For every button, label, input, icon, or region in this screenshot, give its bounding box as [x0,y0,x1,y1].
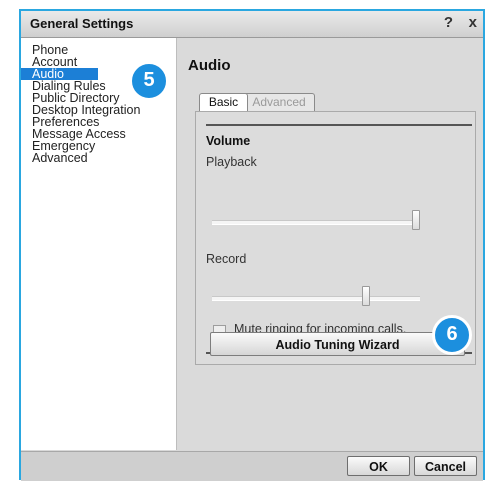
close-icon[interactable]: x [469,14,477,31]
help-icon[interactable]: ? [444,14,453,31]
audio-settings-pane: Audio Advanced Basic Volume Playback Rec… [177,38,483,450]
record-slider-track[interactable] [212,296,420,301]
step-6-callout: 6 [432,315,472,355]
cancel-button[interactable]: Cancel [414,456,477,476]
record-label: Record [206,252,247,266]
playback-slider-track[interactable] [212,220,420,225]
ok-button[interactable]: OK [347,456,410,476]
title-bar: General Settings ? x [21,11,483,38]
tab-basic[interactable]: Basic [199,93,248,111]
playback-label: Playback [206,155,257,169]
sidebar-item-advanced[interactable]: Advanced [21,152,140,165]
settings-dialog: General Settings ? x Phone Account Audio… [19,9,485,481]
step-5-callout: 5 [129,61,169,101]
audio-tuning-wizard-button[interactable]: Audio Tuning Wizard [210,332,465,356]
playback-slider-thumb[interactable] [412,210,420,230]
page-title: Audio [188,57,231,74]
nav-list: Phone Account Audio Dialing Rules Public… [21,44,140,164]
volume-divider [206,124,472,126]
tab-advanced[interactable]: Advanced [243,93,315,111]
record-slider-thumb[interactable] [362,286,370,306]
dialog-footer: OK Cancel [21,451,483,481]
volume-heading: Volume [206,134,251,148]
dialog-title: General Settings [30,16,134,31]
